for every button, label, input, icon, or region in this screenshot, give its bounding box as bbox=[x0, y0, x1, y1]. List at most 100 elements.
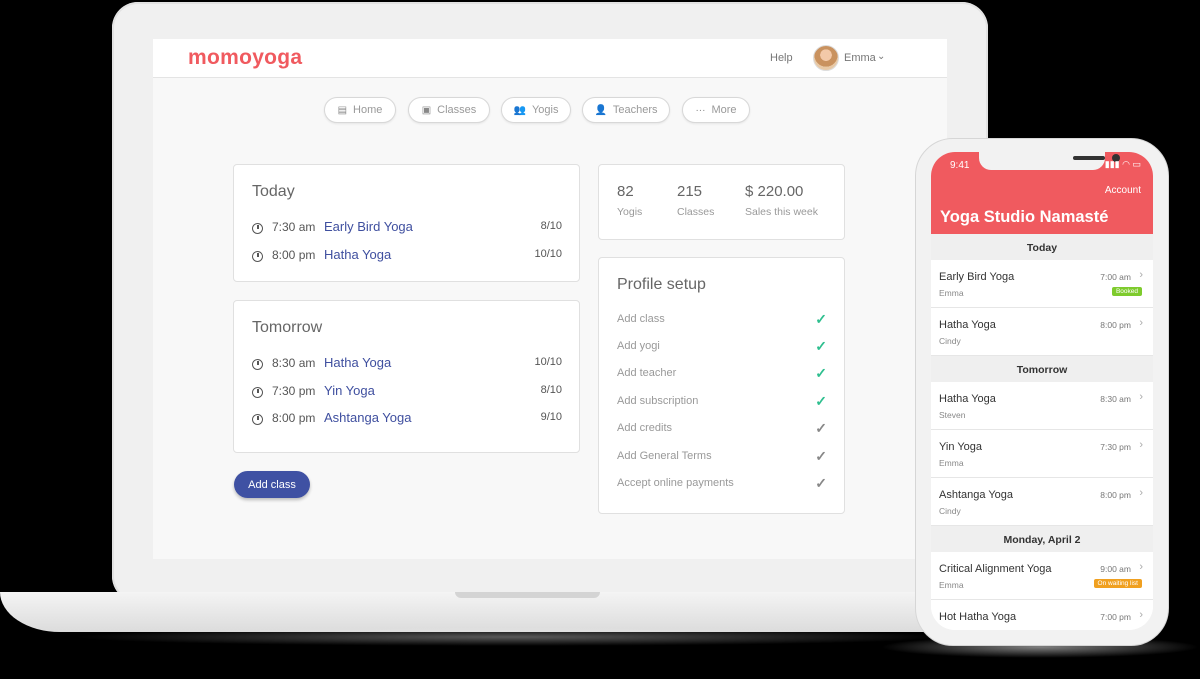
chevron-down-icon[interactable]: ⌄ bbox=[877, 51, 885, 62]
check-icon: ✓ bbox=[815, 448, 827, 464]
logo[interactable]: momoyoga bbox=[188, 46, 302, 70]
phone-notch bbox=[979, 152, 1120, 170]
nav-more[interactable]: ··· More bbox=[682, 97, 750, 123]
item-teacher: Emma bbox=[939, 458, 964, 468]
add-class-button[interactable]: Add class bbox=[234, 471, 310, 498]
class-capacity: 10/10 bbox=[534, 356, 562, 368]
clock-icon bbox=[252, 251, 263, 262]
phone-screen: 9:41 ▮▮▮ ◠ ▭ Account Yoga Studio Namasté… bbox=[931, 152, 1153, 630]
nav-classes[interactable]: ▣ Classes bbox=[408, 97, 490, 123]
stat-yogis: 82 Yogis bbox=[617, 183, 642, 218]
laptop-screen: momoyoga Help Emma ⌄ ▤ Home ▣ Classes 👥 … bbox=[153, 39, 947, 559]
list-item[interactable]: Hatha Yoga Steven 8:30 am › bbox=[931, 382, 1153, 430]
item-time: 8:00 pm bbox=[1100, 490, 1131, 500]
item-class-name: Hatha Yoga bbox=[939, 319, 996, 331]
check-icon: ✓ bbox=[815, 365, 827, 381]
clock-icon bbox=[252, 387, 263, 398]
class-row[interactable]: 8:00 pm Ashtanga Yoga 9/10 bbox=[252, 410, 562, 431]
chevron-right-icon: › bbox=[1139, 269, 1143, 281]
avatar[interactable] bbox=[813, 45, 839, 71]
chevron-right-icon: › bbox=[1139, 391, 1143, 403]
setup-item[interactable]: Add General Terms ✓ bbox=[617, 448, 827, 466]
item-teacher: Cindy bbox=[939, 336, 961, 346]
laptop-base bbox=[0, 592, 1020, 632]
signal-wifi-battery-icon: ▮▮▮ ◠ ▭ bbox=[1104, 159, 1141, 169]
chevron-right-icon: › bbox=[1139, 609, 1143, 621]
item-time: 8:00 pm bbox=[1100, 320, 1131, 330]
class-name[interactable]: Hatha Yoga bbox=[324, 355, 391, 370]
home-icon: ▤ bbox=[337, 104, 348, 116]
list-item[interactable]: Critical Alignment Yoga Emma 9:00 am › O… bbox=[931, 552, 1153, 600]
account-link[interactable]: Account bbox=[1105, 185, 1141, 196]
setup-item[interactable]: Add teacher ✓ bbox=[617, 365, 827, 383]
nav-yogis[interactable]: 👥 Yogis bbox=[501, 97, 571, 123]
user-menu-name[interactable]: Emma bbox=[844, 52, 876, 64]
check-icon: ✓ bbox=[815, 311, 827, 327]
nav-classes-label: Classes bbox=[437, 104, 477, 116]
setup-item[interactable]: Add class ✓ bbox=[617, 311, 827, 329]
setup-item[interactable]: Add subscription ✓ bbox=[617, 393, 827, 411]
stat-label: Classes bbox=[677, 206, 715, 218]
class-capacity: 10/10 bbox=[534, 248, 562, 260]
item-time: 7:00 pm bbox=[1100, 612, 1131, 622]
setup-item-label: Add General Terms bbox=[617, 450, 712, 462]
class-time: 8:30 am bbox=[272, 356, 316, 370]
chevron-right-icon: › bbox=[1139, 561, 1143, 573]
chevron-right-icon: › bbox=[1139, 487, 1143, 499]
class-time: 8:00 pm bbox=[272, 248, 316, 262]
check-icon: ✓ bbox=[815, 393, 827, 409]
phone-class-list: Today Early Bird Yoga Emma 7:00 am › Boo… bbox=[931, 234, 1153, 630]
nav-yogis-label: Yogis bbox=[531, 104, 559, 116]
class-row[interactable]: 7:30 am Early Bird Yoga 8/10 bbox=[252, 219, 562, 240]
item-class-name: Early Bird Yoga bbox=[939, 271, 1015, 283]
today-card: Today 7:30 am Early Bird Yoga 8/10 8:00 … bbox=[233, 164, 580, 282]
class-name[interactable]: Hatha Yoga bbox=[324, 247, 391, 262]
class-name[interactable]: Early Bird Yoga bbox=[324, 219, 413, 234]
phone-header: 9:41 ▮▮▮ ◠ ▭ Account Yoga Studio Namasté bbox=[931, 152, 1153, 234]
list-item[interactable]: Early Bird Yoga Emma 7:00 am › Booked bbox=[931, 260, 1153, 308]
stat-classes: 215 Classes bbox=[677, 183, 714, 218]
item-time: 8:30 am bbox=[1100, 394, 1131, 404]
setup-item-label: Accept online payments bbox=[617, 477, 734, 489]
laptop-notch bbox=[455, 592, 600, 598]
profile-setup-card: Profile setup Add class ✓ Add yogi ✓ Add… bbox=[598, 257, 845, 514]
setup-item-label: Add subscription bbox=[617, 395, 699, 407]
item-class-name: Critical Alignment Yoga bbox=[939, 563, 1052, 575]
list-item[interactable]: Yin Yoga Emma 7:30 pm › bbox=[931, 430, 1153, 478]
class-row[interactable]: 8:00 pm Hatha Yoga 10/10 bbox=[252, 247, 562, 268]
class-time: 8:00 pm bbox=[272, 411, 316, 425]
users-icon: 👥 bbox=[513, 104, 526, 116]
setup-item[interactable]: Add yogi ✓ bbox=[617, 338, 827, 356]
class-row[interactable]: 7:30 pm Yin Yoga 8/10 bbox=[252, 383, 562, 404]
card-title: Profile setup bbox=[617, 276, 706, 293]
class-name[interactable]: Ashtanga Yoga bbox=[324, 410, 411, 425]
help-link[interactable]: Help bbox=[770, 52, 793, 64]
class-row[interactable]: 8:30 am Hatha Yoga 10/10 bbox=[252, 355, 562, 376]
setup-item[interactable]: Accept online payments ✓ bbox=[617, 475, 827, 493]
nav-home[interactable]: ▤ Home bbox=[324, 97, 396, 123]
class-name[interactable]: Yin Yoga bbox=[324, 383, 375, 398]
setup-item-label: Add credits bbox=[617, 422, 673, 434]
item-teacher: Emma bbox=[939, 580, 964, 590]
check-icon: ✓ bbox=[815, 475, 827, 491]
top-bar: momoyoga Help Emma ⌄ bbox=[153, 39, 947, 78]
clock-icon bbox=[252, 359, 263, 370]
section-header: Today bbox=[931, 234, 1153, 260]
check-icon: ✓ bbox=[815, 420, 827, 436]
item-time: 7:30 pm bbox=[1100, 442, 1131, 452]
nav-home-label: Home bbox=[353, 104, 383, 116]
status-time: 9:41 bbox=[950, 160, 970, 171]
section-header: Tomorrow bbox=[931, 356, 1153, 382]
speaker-icon bbox=[1073, 156, 1105, 160]
nav-teachers-label: Teachers bbox=[612, 104, 658, 116]
list-item[interactable]: Hatha Yoga Cindy 8:00 pm › bbox=[931, 308, 1153, 356]
card-title: Tomorrow bbox=[252, 319, 323, 336]
list-item[interactable]: Hot Hatha Yoga 7:00 pm › bbox=[931, 600, 1153, 630]
list-item[interactable]: Ashtanga Yoga Cindy 8:00 pm › bbox=[931, 478, 1153, 526]
setup-item-label: Add class bbox=[617, 313, 665, 325]
stat-label: Sales this week bbox=[745, 206, 818, 218]
nav-teachers[interactable]: 👤 Teachers bbox=[582, 97, 670, 123]
check-icon: ✓ bbox=[815, 338, 827, 354]
setup-item[interactable]: Add credits ✓ bbox=[617, 420, 827, 438]
item-class-name: Yin Yoga bbox=[939, 441, 983, 453]
